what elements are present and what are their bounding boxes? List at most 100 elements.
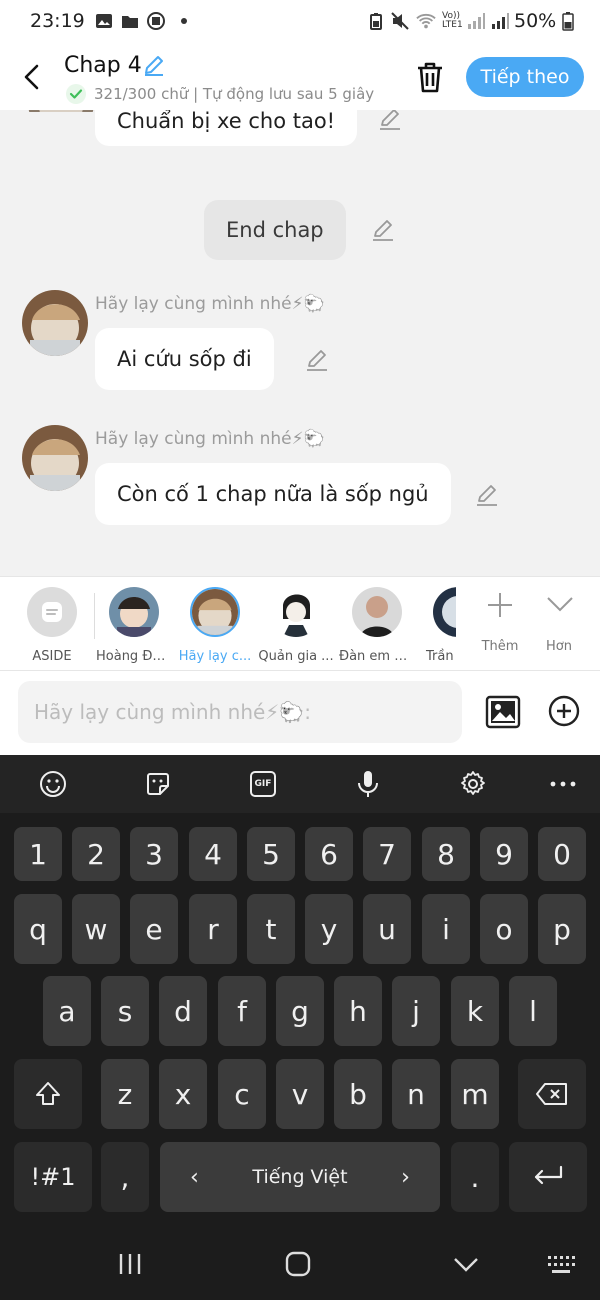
- key-6[interactable]: 6: [305, 827, 353, 881]
- key-b[interactable]: b: [334, 1059, 382, 1129]
- app-notification-icon: [146, 12, 166, 30]
- period-key[interactable]: .: [451, 1142, 499, 1212]
- mute-icon: [390, 12, 410, 30]
- folder-notification-icon: [120, 12, 140, 30]
- letter-row-2: a s d f g h j k l: [0, 976, 600, 1046]
- key-0[interactable]: 0: [538, 827, 586, 881]
- sticker-icon[interactable]: [141, 767, 175, 801]
- message-input-row: Hãy lạy cùng mình nhé⚡🐑:: [0, 671, 600, 755]
- key-o[interactable]: o: [480, 894, 528, 964]
- signal-1-icon: [466, 12, 486, 30]
- key-9[interactable]: 9: [480, 827, 528, 881]
- backspace-key[interactable]: [518, 1059, 586, 1129]
- character-avatar: [433, 587, 456, 637]
- edit-message-pencil-icon[interactable]: [377, 110, 403, 132]
- character-item-partial[interactable]: Trần: [420, 585, 456, 665]
- character-label: Hãy lạy c...: [178, 649, 252, 664]
- message-bubble[interactable]: Chuẩn bị xe cho tao!: [95, 110, 358, 146]
- home-icon[interactable]: [285, 1251, 311, 1277]
- key-u[interactable]: u: [363, 894, 411, 964]
- back-chevron-down-icon[interactable]: [453, 1256, 479, 1274]
- gif-icon[interactable]: GIF: [246, 767, 280, 801]
- key-i[interactable]: i: [422, 894, 470, 964]
- key-z[interactable]: z: [101, 1059, 149, 1129]
- message-bubble[interactable]: Ai cứu sốp đi: [95, 328, 274, 390]
- trash-icon[interactable]: [414, 60, 446, 94]
- more-label: Hơn: [546, 639, 572, 654]
- symbols-key[interactable]: !#1: [14, 1142, 92, 1212]
- key-8[interactable]: 8: [422, 827, 470, 881]
- space-key[interactable]: ‹ Tiếng Việt ›: [160, 1142, 440, 1212]
- key-f[interactable]: f: [218, 976, 266, 1046]
- recents-icon[interactable]: [117, 1252, 143, 1276]
- sender-avatar[interactable]: [22, 290, 88, 356]
- more-characters-button[interactable]: Hơn: [530, 587, 588, 663]
- key-p[interactable]: p: [538, 894, 586, 964]
- character-label: Trần: [426, 649, 454, 664]
- character-avatar: [352, 587, 402, 637]
- narration-bubble[interactable]: End chap: [204, 200, 346, 260]
- key-q[interactable]: q: [14, 894, 62, 964]
- key-j[interactable]: j: [392, 976, 440, 1046]
- key-k[interactable]: k: [451, 976, 499, 1046]
- gif-label: GIF: [250, 771, 276, 797]
- key-e[interactable]: e: [130, 894, 178, 964]
- key-a[interactable]: a: [43, 976, 91, 1046]
- aside-icon: [27, 587, 77, 637]
- microphone-icon[interactable]: [351, 767, 385, 801]
- message-bubble[interactable]: Còn cố 1 chap nữa là sốp ngủ: [95, 463, 451, 525]
- settings-gear-icon[interactable]: [456, 767, 490, 801]
- key-v[interactable]: v: [276, 1059, 324, 1129]
- shift-key[interactable]: [14, 1059, 82, 1129]
- key-g[interactable]: g: [276, 976, 324, 1046]
- wifi-icon: [416, 12, 436, 30]
- comma-key[interactable]: ,: [101, 1142, 149, 1212]
- enter-key[interactable]: [509, 1142, 587, 1212]
- key-d[interactable]: d: [159, 976, 207, 1046]
- edit-message-pencil-icon[interactable]: [304, 347, 330, 373]
- edit-title-pencil-icon[interactable]: [142, 53, 166, 77]
- chat-area[interactable]: Chuẩn bị xe cho tao! End chap Hãy lạy cù…: [0, 110, 600, 576]
- bottom-key-row: !#1 , ‹ Tiếng Việt › .: [0, 1142, 600, 1212]
- key-c[interactable]: c: [218, 1059, 266, 1129]
- key-1[interactable]: 1: [14, 827, 62, 881]
- key-h[interactable]: h: [334, 976, 382, 1046]
- emoji-icon[interactable]: [36, 767, 70, 801]
- next-button[interactable]: Tiếp theo: [466, 57, 584, 97]
- key-4[interactable]: 4: [189, 827, 237, 881]
- edit-narration-pencil-icon[interactable]: [370, 217, 396, 243]
- key-y[interactable]: y: [305, 894, 353, 964]
- key-s[interactable]: s: [101, 976, 149, 1046]
- add-circle-icon[interactable]: [548, 695, 580, 727]
- key-x[interactable]: x: [159, 1059, 207, 1129]
- key-w[interactable]: w: [72, 894, 120, 964]
- battery-saver-icon: [366, 12, 386, 30]
- character-item-selected[interactable]: Hãy lạy c...: [177, 585, 253, 665]
- character-item[interactable]: Hoàng Đứ...: [96, 585, 172, 665]
- image-icon[interactable]: [485, 695, 521, 729]
- language-label: Tiếng Việt: [252, 1166, 348, 1188]
- edit-message-pencil-icon[interactable]: [474, 482, 500, 508]
- character-item[interactable]: Đàn em Q...: [339, 585, 415, 665]
- key-l[interactable]: l: [509, 976, 557, 1046]
- back-arrow-icon[interactable]: [20, 62, 44, 92]
- sender-avatar[interactable]: [22, 425, 88, 491]
- key-7[interactable]: 7: [363, 827, 411, 881]
- add-character-button[interactable]: Thêm: [470, 587, 530, 663]
- strip-divider: [94, 593, 95, 639]
- key-n[interactable]: n: [392, 1059, 440, 1129]
- keyboard-switch-icon[interactable]: [546, 1254, 576, 1276]
- letter-row-3: z x c v b n m: [0, 1059, 600, 1129]
- character-item[interactable]: Quản gia ...: [258, 585, 334, 665]
- more-options-icon[interactable]: [546, 767, 580, 801]
- character-aside[interactable]: ASIDE: [14, 585, 90, 665]
- key-3[interactable]: 3: [130, 827, 178, 881]
- key-m[interactable]: m: [451, 1059, 499, 1129]
- key-r[interactable]: r: [189, 894, 237, 964]
- word-count-text: 321/300 chữ | Tự động lưu sau 5 giây: [94, 85, 375, 103]
- key-2[interactable]: 2: [72, 827, 120, 881]
- key-t[interactable]: t: [247, 894, 295, 964]
- key-5[interactable]: 5: [247, 827, 295, 881]
- message-input[interactable]: Hãy lạy cùng mình nhé⚡🐑:: [18, 681, 462, 743]
- message-text: Ai cứu sốp đi: [117, 347, 252, 371]
